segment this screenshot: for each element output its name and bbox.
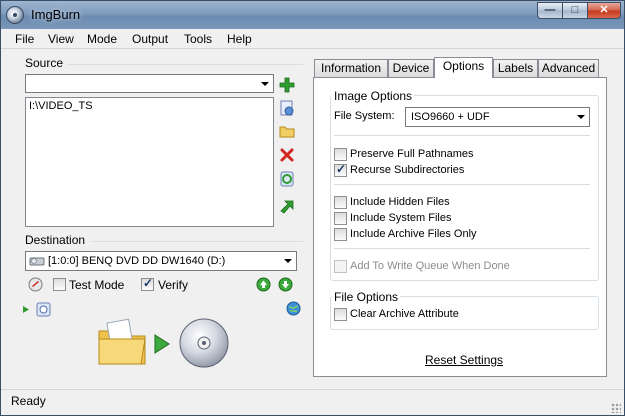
window-title: ImgBurn — [31, 7, 81, 22]
status-text: Ready — [11, 394, 46, 408]
log-icon[interactable] — [36, 302, 51, 317]
drive-icon — [29, 257, 45, 266]
imgburn-window: ImgBurn — □ ✕ File View Mode Output Tool… — [0, 0, 625, 416]
play-small-icon[interactable] — [22, 305, 30, 314]
remove-icon[interactable] — [279, 147, 295, 163]
tab-device[interactable]: Device — [388, 59, 434, 77]
refresh-icon[interactable] — [279, 171, 295, 187]
source-combo[interactable] — [25, 74, 274, 93]
file-system-value: ISO9660 + UDF — [411, 111, 490, 123]
eject-icon[interactable] — [28, 277, 43, 292]
source-divider — [67, 64, 303, 65]
move-icon[interactable] — [279, 198, 295, 214]
minimize-button[interactable]: — — [537, 2, 563, 19]
source-label: Source — [25, 56, 64, 70]
source-list[interactable]: I:\VIDEO_TS — [25, 97, 274, 227]
verify-label: Verify — [158, 278, 189, 292]
menu-tools[interactable]: Tools — [184, 32, 212, 46]
add-to-write-queue-label: Add To Write Queue When Done — [350, 260, 510, 272]
menu-output[interactable]: Output — [132, 32, 168, 46]
recurse-subdirectories-checkbox[interactable] — [334, 162, 347, 177]
include-hidden-files-checkbox[interactable] — [334, 196, 347, 209]
title-bar[interactable]: ImgBurn — □ ✕ — [1, 1, 624, 29]
include-hidden-files-label: Include Hidden Files — [350, 196, 450, 208]
destination-label: Destination — [25, 233, 86, 247]
tab-information[interactable]: Information — [314, 59, 388, 77]
tab-options[interactable]: Options — [434, 57, 493, 78]
verify-checkbox[interactable] — [141, 276, 154, 291]
menu-file[interactable]: File — [15, 32, 34, 46]
build-arrow-icon[interactable] — [153, 333, 171, 355]
file-system-label: File System: — [334, 110, 395, 122]
app-disc-icon — [6, 6, 24, 24]
close-button[interactable]: ✕ — [587, 2, 621, 19]
speed-up-icon[interactable] — [256, 277, 271, 292]
options-divider — [334, 184, 590, 185]
file-options-legend: File Options — [332, 290, 401, 304]
recurse-subdirectories-label: Recurse Subdirectories — [350, 164, 465, 176]
menu-bar: File View Mode Output Tools Help — [1, 29, 624, 49]
include-system-files-label: Include System Files — [350, 212, 452, 224]
destination-divider — [91, 241, 303, 242]
add-file-icon[interactable] — [279, 100, 295, 116]
options-divider — [334, 135, 590, 136]
chevron-down-icon — [577, 115, 585, 119]
menu-view[interactable]: View — [48, 32, 74, 46]
drive-value: [1:0:0] BENQ DVD DD DW1640 (D:) — [48, 255, 226, 267]
include-archive-files-only-checkbox[interactable] — [334, 228, 347, 241]
options-divider — [334, 248, 590, 249]
test-mode-checkbox[interactable] — [53, 278, 66, 291]
menu-mode[interactable]: Mode — [87, 32, 117, 46]
add-icon[interactable] — [279, 77, 295, 93]
chevron-down-icon — [284, 259, 292, 263]
speed-down-icon[interactable] — [278, 277, 293, 292]
tab-advanced[interactable]: Advanced — [538, 59, 599, 77]
clear-archive-attribute-label: Clear Archive Attribute — [350, 308, 459, 320]
clear-archive-attribute-checkbox[interactable] — [334, 308, 347, 321]
preserve-full-pathnames-checkbox[interactable] — [334, 148, 347, 161]
destination-drive-combo[interactable]: [1:0:0] BENQ DVD DD DW1640 (D:) — [25, 251, 297, 271]
source-folder-icon — [98, 318, 146, 365]
file-system-combo[interactable]: ISO9660 + UDF — [405, 107, 590, 127]
resize-grip[interactable] — [611, 403, 621, 413]
test-mode-label: Test Mode — [69, 278, 125, 292]
status-bar: Ready — [1, 389, 624, 415]
list-item[interactable]: I:\VIDEO_TS — [29, 100, 93, 112]
options-tab-panel: Image Options File System: ISO9660 + UDF… — [313, 77, 607, 377]
tab-labels[interactable]: Labels — [493, 59, 538, 77]
menu-help[interactable]: Help — [227, 32, 252, 46]
image-options-legend: Image Options — [332, 89, 415, 103]
reset-settings-link[interactable]: Reset Settings — [425, 353, 503, 367]
disc-icon[interactable] — [178, 317, 230, 369]
add-folder-icon[interactable] — [279, 123, 295, 139]
chevron-down-icon — [261, 81, 269, 86]
add-to-write-queue-checkbox — [334, 260, 347, 273]
include-system-files-checkbox[interactable] — [334, 212, 347, 225]
globe-icon[interactable] — [286, 301, 301, 316]
maximize-button[interactable]: □ — [562, 2, 588, 19]
preserve-full-pathnames-label: Preserve Full Pathnames — [350, 148, 474, 160]
include-archive-files-only-label: Include Archive Files Only — [350, 228, 477, 240]
